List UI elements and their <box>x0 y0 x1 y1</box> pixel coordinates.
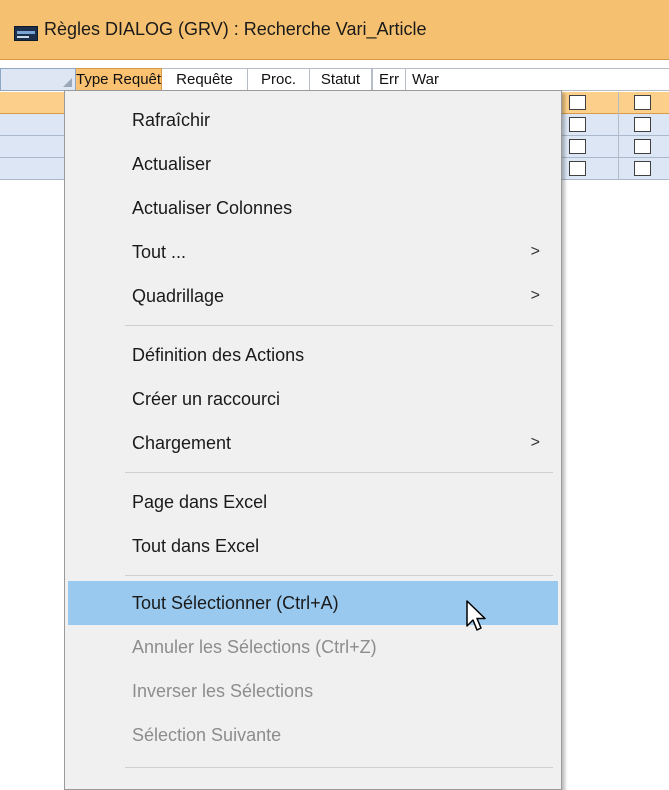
menu-item-label: Tout Sélectionner (Ctrl+A) <box>132 593 339 613</box>
menu-item-label: Créer un raccourci <box>132 389 281 409</box>
submenu-arrow-icon: > <box>530 243 540 260</box>
app-window-icon[interactable] <box>14 26 38 41</box>
err-checkbox[interactable] <box>569 95 586 110</box>
menu-item-label: Sélection Suivante <box>132 725 282 745</box>
menu-item-quadrillage[interactable]: Quadrillage > <box>68 274 558 318</box>
menu-separator <box>125 472 553 473</box>
menu-item-chargement[interactable]: Chargement > <box>68 421 558 465</box>
menu-item-page-dans-excel[interactable]: Page dans Excel <box>68 480 558 524</box>
menu-item-inverser-selections: Inverser les Sélections <box>68 669 558 713</box>
menu-item-tout-dans-excel[interactable]: Tout dans Excel <box>68 524 558 568</box>
menu-item-label: Page dans Excel <box>132 492 268 512</box>
war-checkbox[interactable] <box>634 161 651 176</box>
column-header-statut[interactable]: Statut <box>310 68 372 91</box>
column-header-proc[interactable]: Proc. <box>248 68 310 91</box>
menu-item-actualiser[interactable]: Actualiser <box>68 142 558 186</box>
menu-item-creer-raccourci[interactable]: Créer un raccourci <box>68 377 558 421</box>
grid-corner-select-all[interactable] <box>0 68 76 91</box>
menu-item-label: Inverser les Sélections <box>132 681 314 701</box>
column-header-type-requete[interactable]: Type Requête <box>76 68 162 91</box>
window-title: Règles DIALOG (GRV) : Recherche Vari_Art… <box>44 19 427 39</box>
menu-item-actualiser-colonnes[interactable]: Actualiser Colonnes <box>68 186 558 230</box>
menu-item-tout[interactable]: Tout ... > <box>68 230 558 274</box>
column-header-war[interactable]: War <box>406 68 669 91</box>
menu-separator <box>125 325 553 326</box>
menu-item-label: Actualiser Colonnes <box>132 198 293 218</box>
mouse-pointer-icon <box>466 600 486 631</box>
menu-item-definition-des-actions[interactable]: Définition des Actions <box>68 333 558 377</box>
title-bar[interactable]: Règles DIALOG (GRV) : Recherche Vari_Art… <box>0 0 669 60</box>
submenu-arrow-icon: > <box>530 434 540 451</box>
err-checkbox[interactable] <box>569 117 586 132</box>
menu-item-label: Rafraîchir <box>132 110 211 130</box>
menu-item-label: Actualiser <box>132 154 212 174</box>
war-checkbox[interactable] <box>634 117 651 132</box>
menu-item-rafraichir[interactable]: Rafraîchir <box>68 98 558 142</box>
err-checkbox[interactable] <box>569 139 586 154</box>
menu-separator <box>125 575 553 576</box>
menu-item-selection-suivante: Sélection Suivante <box>68 713 558 757</box>
war-checkbox[interactable] <box>634 139 651 154</box>
war-checkbox[interactable] <box>634 95 651 110</box>
submenu-arrow-icon: > <box>530 287 540 304</box>
err-checkbox[interactable] <box>569 161 586 176</box>
menu-item-label: Annuler les Sélections (Ctrl+Z) <box>132 637 377 657</box>
menu-item-label: Tout dans Excel <box>132 536 260 556</box>
menu-item-label: Chargement <box>132 433 232 453</box>
grid-header: Type Requête Requête Proc. Statut Err Wa… <box>0 68 669 92</box>
menu-separator <box>125 767 553 768</box>
context-menu: Rafraîchir Actualiser Actualiser Colonne… <box>64 90 562 790</box>
menu-item-label: Tout ... <box>132 242 187 262</box>
column-header-requete[interactable]: Requête <box>162 68 248 91</box>
menu-item-label: Définition des Actions <box>132 345 305 365</box>
menu-item-label: Quadrillage <box>132 286 225 306</box>
column-header-err[interactable]: Err <box>372 68 406 91</box>
